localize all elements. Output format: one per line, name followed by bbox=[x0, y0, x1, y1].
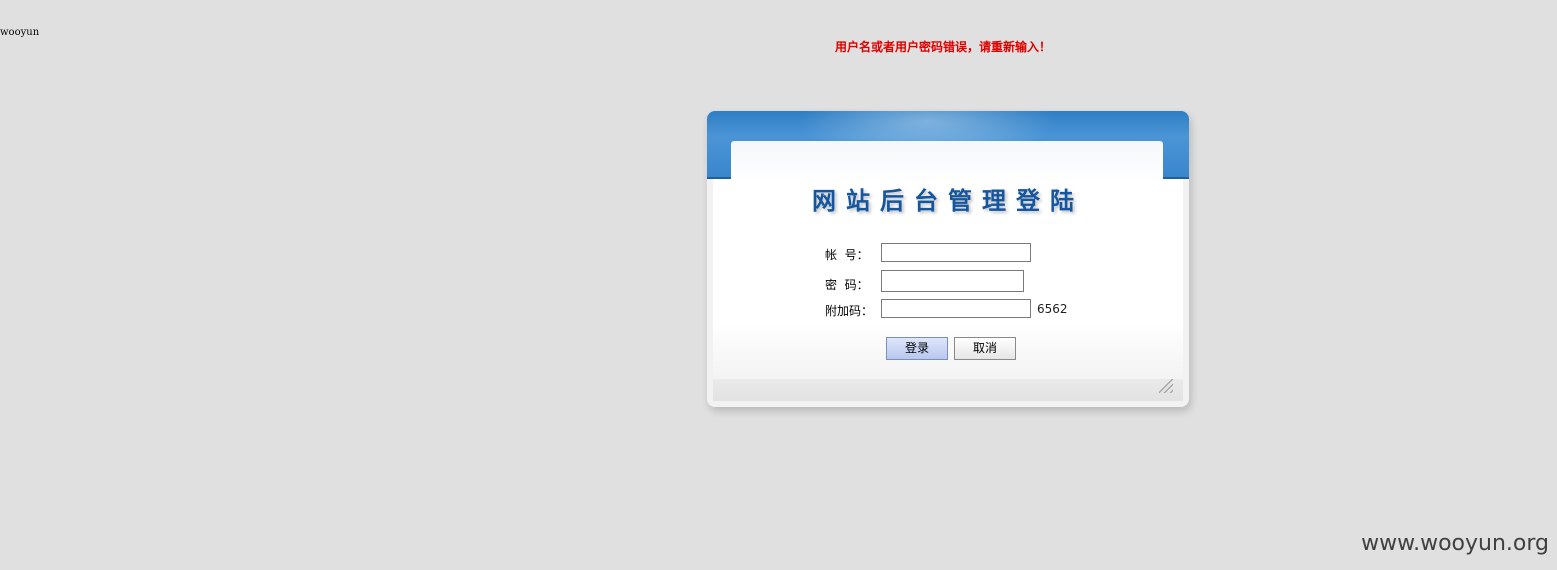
corner-text: wooyun bbox=[0, 27, 40, 38]
resize-grip-icon bbox=[1159, 379, 1173, 393]
code-label: 附加码： bbox=[825, 304, 874, 318]
login-panel: 网站后台管理登陆 帐 号： 密 码： 附加码： 6562 登录 取消 bbox=[707, 111, 1189, 407]
code-input[interactable] bbox=[881, 299, 1031, 318]
login-button[interactable]: 登录 bbox=[886, 337, 948, 360]
page: wooyun 用户名或者用户密码错误，请重新输入！ 网站后台管理登陆 帐 号： … bbox=[0, 0, 1557, 570]
login-title: 网站后台管理登陆 bbox=[812, 186, 1084, 215]
watermark: www.wooyun.org bbox=[1361, 531, 1549, 556]
verification-code: 6562 bbox=[1037, 302, 1068, 316]
account-label: 帐 号： bbox=[825, 248, 869, 262]
panel-tab bbox=[731, 141, 1163, 181]
password-input[interactable] bbox=[881, 270, 1024, 292]
panel-footer bbox=[713, 379, 1183, 401]
account-input[interactable] bbox=[881, 243, 1031, 262]
error-message: 用户名或者用户密码错误，请重新输入！ bbox=[835, 40, 1052, 54]
cancel-button[interactable]: 取消 bbox=[954, 337, 1016, 360]
password-label: 密 码： bbox=[825, 278, 869, 292]
